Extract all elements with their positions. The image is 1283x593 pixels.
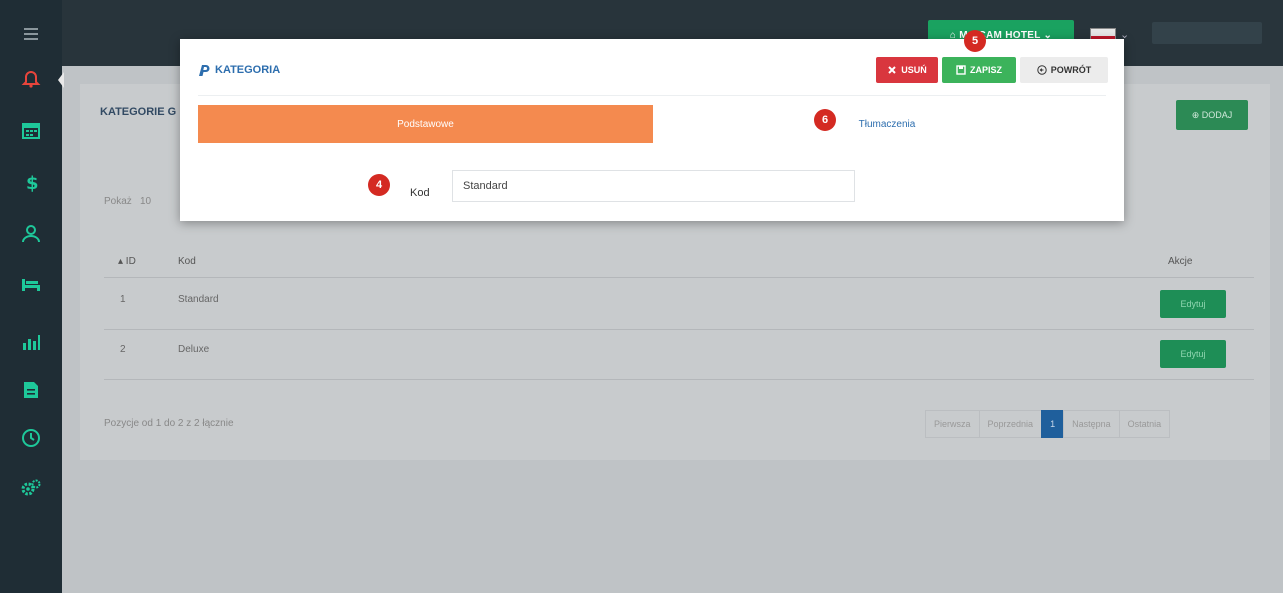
users-icon[interactable] (0, 212, 62, 256)
tab-translations[interactable]: Tłumaczenia (668, 105, 1106, 143)
dollar-icon[interactable]: $ (0, 160, 62, 204)
column-actions: Akcje (1168, 256, 1193, 267)
save-button-label: ZAPISZ (969, 65, 1002, 75)
bell-icon[interactable] (0, 56, 62, 100)
page-first[interactable]: Pierwsza (925, 410, 980, 438)
settings-icon[interactable] (0, 466, 62, 510)
edit-button[interactable]: Edytuj (1160, 340, 1226, 368)
page-size-label: Pokaż (104, 196, 132, 207)
page-current[interactable]: 1 (1041, 410, 1065, 438)
page-last[interactable]: Ostatnia (1118, 410, 1171, 438)
table-row: 1 Standard Edytuj (104, 280, 1254, 330)
back-button[interactable]: POWRÓT (1020, 57, 1108, 83)
bed-icon[interactable] (0, 262, 62, 306)
row-id: 1 (120, 294, 126, 305)
save-button[interactable]: ZAPISZ (942, 57, 1016, 83)
table-header: ▴ ID Kod Akcje (104, 246, 1254, 278)
column-id[interactable]: ▴ ID (118, 256, 136, 267)
back-arrow-icon (1037, 65, 1047, 75)
divider (198, 95, 1106, 96)
sidebar: $ (0, 0, 64, 593)
annotation-badge-6: 6 (814, 109, 836, 131)
row-id: 2 (120, 344, 126, 355)
pagination-info: Pozycje od 1 do 2 z 2 łącznie (104, 418, 234, 429)
kod-label: Kod (410, 187, 430, 199)
page-prev[interactable]: Poprzednia (978, 410, 1043, 438)
add-button[interactable]: ⊕ DODAJ (1176, 100, 1248, 130)
save-icon (956, 65, 966, 75)
close-icon (888, 66, 896, 74)
modal-title: KATEGORIA (198, 64, 280, 76)
delete-button[interactable]: USUŃ (876, 57, 938, 83)
kod-input[interactable] (452, 170, 855, 202)
edit-button[interactable]: Edytuj (1160, 290, 1226, 318)
row-kod: Standard (178, 294, 219, 305)
page-next[interactable]: Następna (1063, 410, 1120, 438)
active-indicator (58, 72, 64, 88)
page-title: KATEGORIE G (100, 106, 177, 118)
parking-icon (199, 65, 210, 76)
pagination: Pierwsza Poprzednia 1 Następna Ostatnia (925, 410, 1171, 438)
annotation-badge-5: 5 (964, 30, 986, 52)
tab-basic[interactable]: Podstawowe (198, 105, 653, 143)
page-size-select[interactable]: 10 (140, 196, 151, 207)
chart-icon[interactable] (0, 320, 62, 364)
table-row: 2 Deluxe Edytuj (104, 330, 1254, 380)
column-kod[interactable]: Kod (178, 256, 196, 267)
category-modal: KATEGORIA USUŃ ZAPISZ POWRÓT Podstawowe … (180, 39, 1124, 221)
menu-icon[interactable] (0, 12, 62, 56)
svg-text:$: $ (26, 173, 39, 193)
user-menu[interactable] (1152, 22, 1262, 44)
back-button-label: POWRÓT (1050, 65, 1092, 75)
document-icon[interactable] (0, 368, 62, 412)
delete-button-label: USUŃ (901, 65, 927, 75)
clock-icon[interactable] (0, 416, 62, 460)
calendar-icon[interactable] (0, 108, 62, 152)
modal-title-text: KATEGORIA (215, 64, 281, 76)
row-kod: Deluxe (178, 344, 210, 355)
annotation-badge-4: 4 (368, 174, 390, 196)
